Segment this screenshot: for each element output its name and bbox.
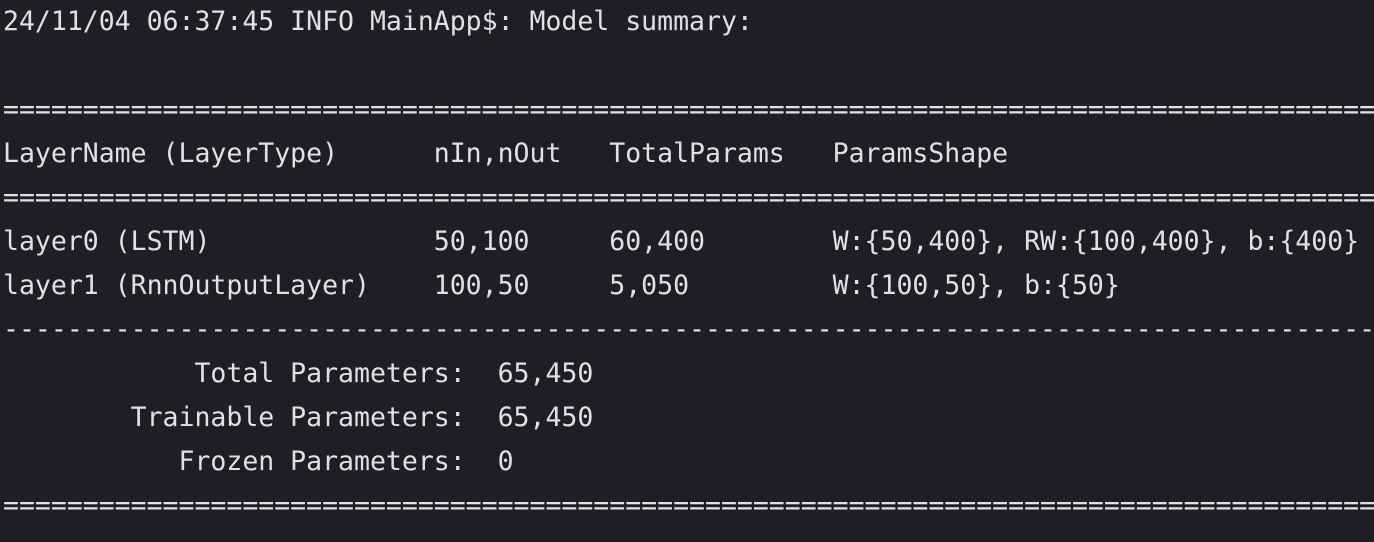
- table-row: layer1 (RnnOutputLayer) 100,50 5,050 W:{…: [3, 270, 1120, 301]
- separator-line: ========================================…: [3, 490, 1374, 521]
- dashed-separator-line: ----------------------------------------…: [3, 314, 1374, 345]
- table-header-line: LayerName (LayerType) nIn,nOut TotalPara…: [3, 138, 1009, 169]
- separator-line: ========================================…: [3, 94, 1374, 125]
- table-row: layer0 (LSTM) 50,100 60,400 W:{50,400}, …: [3, 226, 1360, 257]
- total-parameters-line: Total Parameters: 65,450: [3, 358, 594, 389]
- trainable-parameters-line: Trainable Parameters: 65,450: [3, 402, 594, 433]
- console-output: 24/11/04 06:37:45 INFO MainApp$: Model s…: [0, 0, 1374, 542]
- separator-line: ========================================…: [3, 182, 1374, 213]
- frozen-parameters-line: Frozen Parameters: 0: [3, 446, 514, 477]
- log-header-line: 24/11/04 06:37:45 INFO MainApp$: Model s…: [3, 6, 753, 37]
